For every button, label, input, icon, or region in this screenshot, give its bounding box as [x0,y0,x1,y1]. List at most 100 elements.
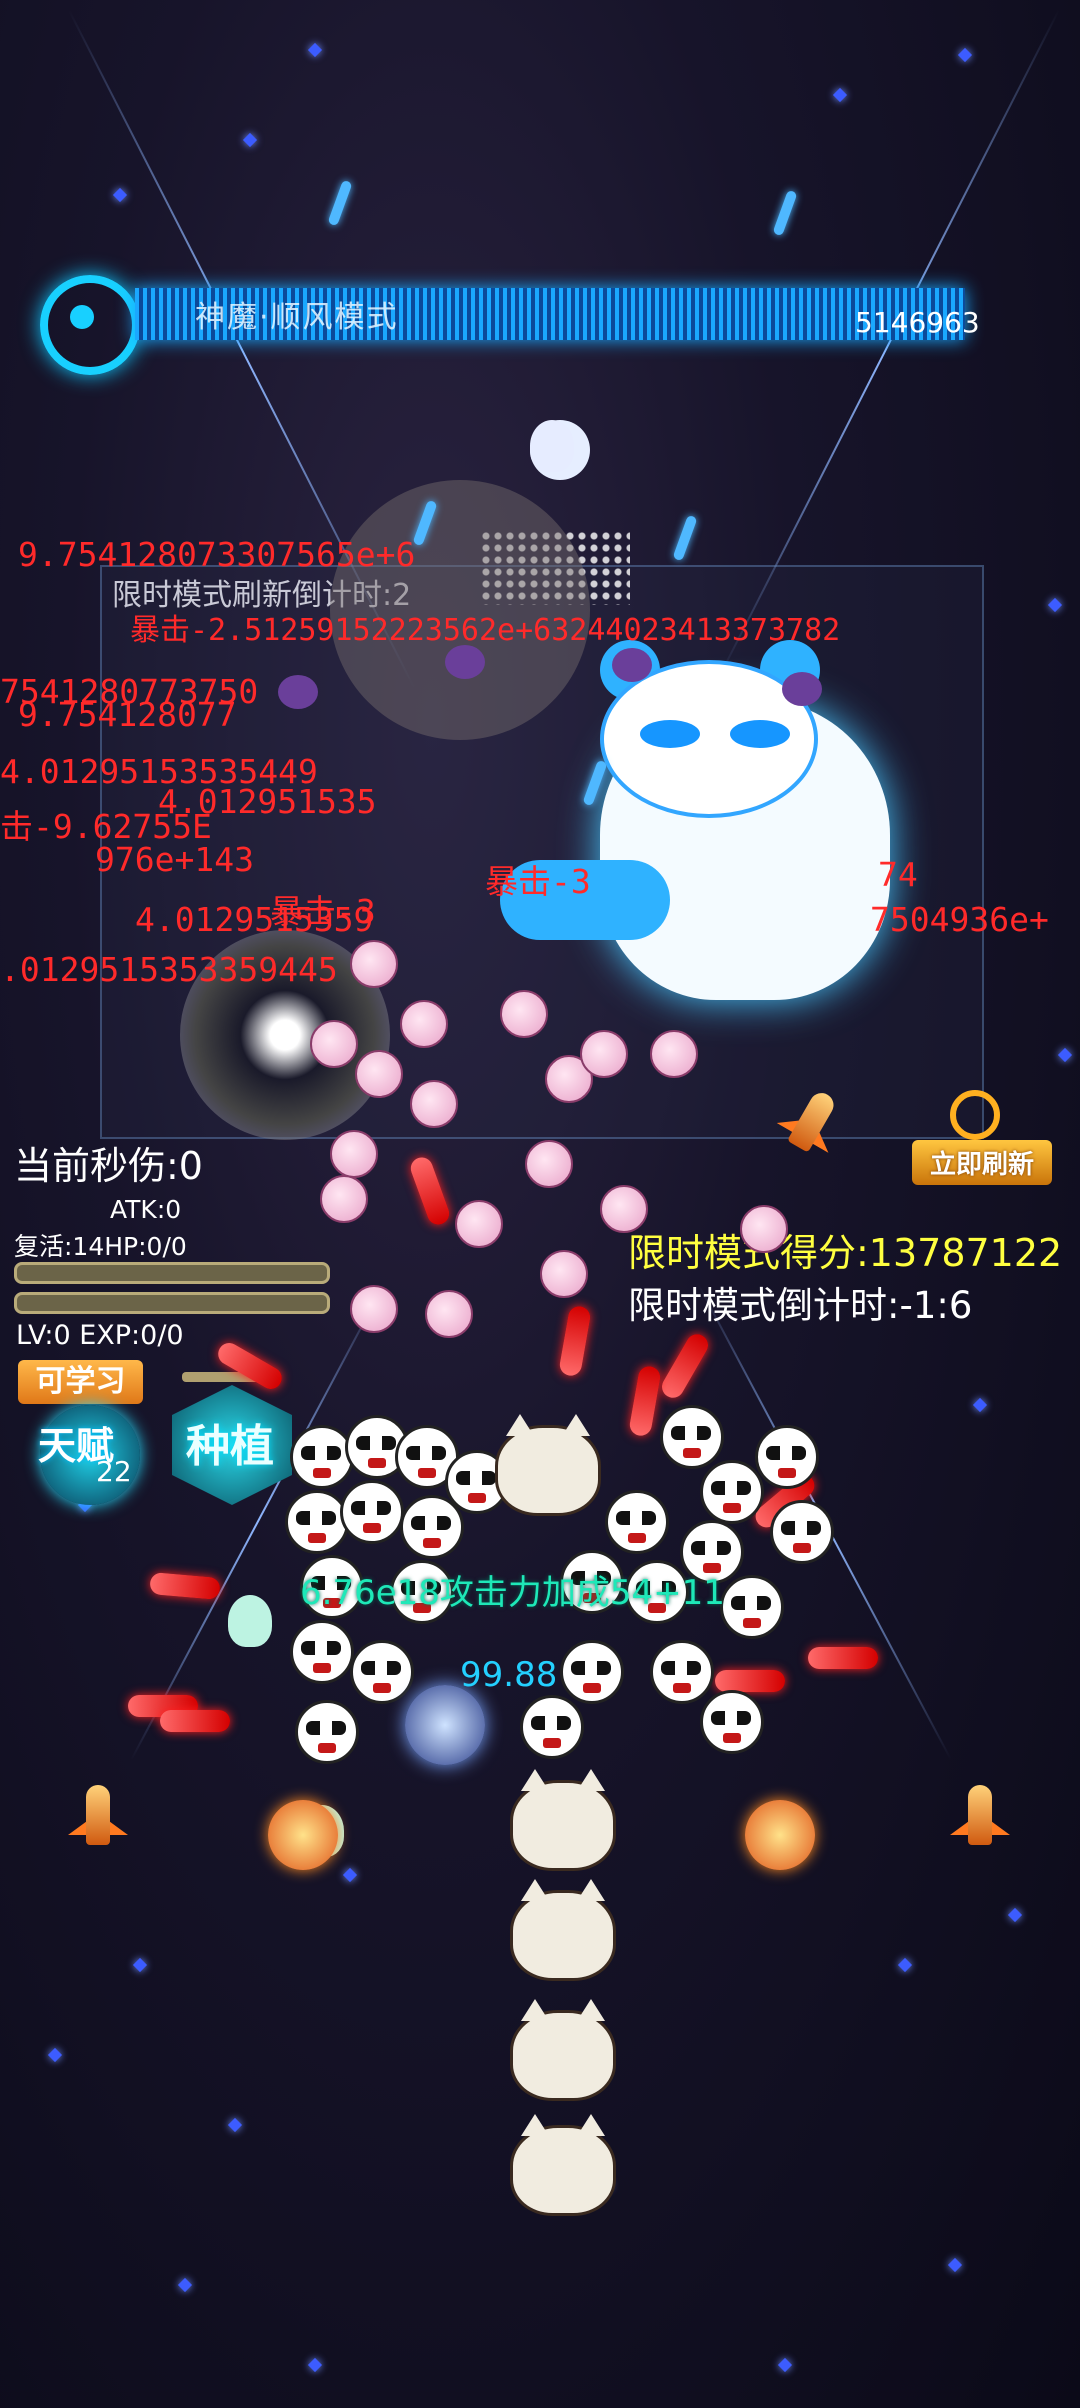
atk-value: ATK:0 [110,1195,182,1224]
pink-creature-icon [500,990,548,1038]
ghost-icon [228,1595,272,1647]
pink-creature-icon [525,1140,573,1188]
star-icon [1057,1047,1073,1063]
star-icon [832,87,848,103]
mini-panda-icon [650,1640,714,1704]
cat-enemy-icon [510,2114,616,2216]
pink-creature-icon [350,1285,398,1333]
mini-panda-icon [755,1425,819,1489]
hp-progress-bar [14,1262,330,1284]
mini-panda-icon [720,1575,784,1639]
ice-shard-icon [772,189,798,237]
red-missile-icon [628,1364,662,1438]
damage-number: 74 [878,855,918,894]
star-icon [112,187,128,203]
limited-mode-timer: 限时模式倒计时:-1:6 [628,1284,973,1327]
refresh-now-button[interactable]: 立即刷新 [912,1090,1052,1185]
ship-hull [787,1088,838,1153]
damage-number: 976e+143 [95,840,254,879]
star-icon [47,2047,63,2063]
pink-creature-icon [400,1000,448,1048]
mini-panda-icon [340,1480,404,1544]
damage-number: 9.754128073307565e+6 [18,535,416,574]
pink-creature-icon [455,1200,503,1248]
star-icon [957,47,973,63]
mini-panda-icon [700,1690,764,1754]
mini-panda-icon [520,1695,584,1759]
star-icon [1047,597,1063,613]
red-missile-icon [558,1304,592,1378]
revive-hp-value: 复活:14HP:0/0 [14,1232,187,1261]
pink-creature-icon [425,1290,473,1338]
star-icon [1007,1907,1023,1923]
mini-panda-icon [285,1490,349,1554]
red-missile-icon [715,1670,785,1692]
star-icon [242,132,258,148]
learnable-badge: 可学习 [18,1360,143,1404]
ghost-icon [530,420,574,472]
heal-number: 99.88 [460,1655,558,1695]
current-dps: 当前秒伤:0 [14,1144,203,1188]
cat-enemy-icon [495,1414,601,1516]
pink-creature-icon [355,1050,403,1098]
bat-enemy-icon [612,648,652,682]
red-missile-icon [407,1154,453,1228]
mini-panda-icon [700,1460,764,1524]
red-missile-icon [808,1647,878,1669]
ship-hull [86,1785,110,1845]
star-icon [947,2257,963,2273]
ship-hull [968,1785,992,1845]
star-icon [342,1867,358,1883]
panda-boss [500,620,900,1050]
heal-number: 6.76e18攻击力加成54+11 [300,1573,725,1613]
ice-shard-icon [672,514,698,562]
mini-panda-icon [350,1640,414,1704]
mini-panda-icon [290,1425,354,1489]
player-ship-icon [950,1785,1010,1855]
pink-creature-icon [600,1185,648,1233]
star-icon [227,2117,243,2133]
pink-creature-icon [320,1175,368,1223]
mini-panda-icon [660,1405,724,1469]
exp-progress-bar [14,1292,330,1314]
mini-panda-icon [295,1700,359,1764]
red-missile-icon [214,1338,286,1394]
bat-enemy-icon [278,675,318,709]
ice-shard-icon [327,179,353,227]
boss-hp-value: 5146963 [855,306,980,339]
cat-enemy-icon [510,1769,616,1871]
damage-number: 暴击-2.51259152223562e+63244023413373782 [130,613,841,648]
red-missile-icon [657,1330,713,1402]
cat-enemy-icon [510,1999,616,2101]
pink-creature-icon [410,1080,458,1128]
refresh-now-label: 立即刷新 [912,1140,1052,1185]
bat-enemy-icon [782,672,822,706]
plant-label: 种植 [186,1421,274,1472]
mini-panda-icon [605,1490,669,1554]
boss-target-icon [40,275,140,375]
mini-panda-icon [560,1640,624,1704]
mini-panda-icon [290,1620,354,1684]
cat-enemy-icon [510,1879,616,1981]
damage-number: .0129515353359445 [0,950,338,989]
panda-eye [640,720,700,748]
talent-count: 22 [96,1455,132,1488]
mini-panda-icon [400,1495,464,1559]
pink-creature-icon [330,1130,378,1178]
red-missile-icon [160,1710,230,1732]
damage-number: 9.754128077 [18,695,237,734]
star-icon [897,1957,913,1973]
damage-number: 暴击-3 [485,862,591,901]
star-icon [307,2357,323,2373]
pink-creature-icon [650,1030,698,1078]
bat-enemy-icon [445,645,485,679]
refresh-icon [950,1090,1000,1140]
pink-creature-icon [540,1250,588,1298]
star-icon [777,2357,793,2373]
damage-number: 暴击-3 [270,892,376,931]
pink-creature-icon [310,1020,358,1068]
fire-turret-icon [745,1800,815,1870]
star-icon [132,1957,148,1973]
panda-eye [730,720,790,748]
mini-panda-icon [770,1500,834,1564]
